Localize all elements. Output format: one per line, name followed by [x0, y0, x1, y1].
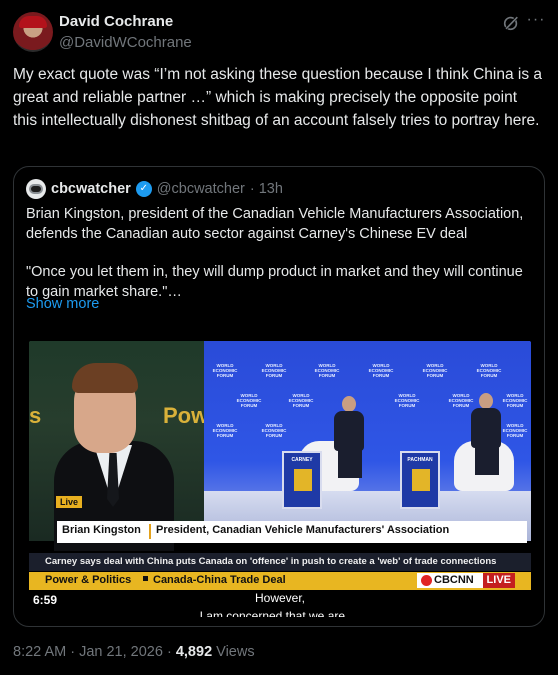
ticker-topic: Canada-China Trade Deal — [143, 574, 286, 586]
network-name: CBCNN — [434, 574, 474, 586]
news-crawl: Carney says deal with China puts Canada … — [29, 553, 531, 571]
lower-third-name: Brian Kingston — [62, 524, 141, 536]
post-metadata: 8:22 AM · Jan 21, 2026 · 4,892 Views — [13, 644, 255, 660]
more-options-icon[interactable]: ··· — [526, 12, 546, 32]
wef-backdrop-label: WORLD ECONOMIC FORUM — [212, 423, 238, 438]
wef-backdrop-label: WORLD ECONOMIC FORUM — [261, 423, 287, 438]
avatar-cap — [19, 16, 47, 28]
quoted-paragraph-2: "Once you let them in, they will dump pr… — [26, 264, 523, 300]
separator-dot: · — [166, 644, 172, 660]
studio-backdrop-text-left: s — [29, 403, 42, 428]
studio-shot: s Pow Live — [29, 341, 208, 551]
video-frame[interactable]: s Pow Live WORLD ECONOMIC FORUM WORLD EC… — [29, 341, 531, 590]
live-tag: Live — [56, 496, 83, 508]
cbc-gem-icon — [421, 575, 432, 586]
studio-backdrop-text: Pow — [163, 403, 209, 428]
quoted-post-header: cbcwatcher ✓ @cbcwatcher · 13h — [26, 179, 283, 199]
wef-backdrop-label: WORLD ECONOMIC FORUM — [236, 393, 262, 408]
wef-backdrop-label: WORLD ECONOMIC FORUM — [502, 423, 528, 438]
quoted-author-name[interactable]: cbcwatcher — [51, 181, 131, 197]
quoted-post[interactable]: cbcwatcher ✓ @cbcwatcher · 13h Brian Kin… — [13, 166, 545, 627]
author-avatar[interactable] — [13, 12, 53, 52]
wef-backdrop-label: WORLD ECONOMIC FORUM — [368, 363, 394, 378]
network-logo: CBCNN LIVE — [417, 573, 515, 588]
name-sign-left: CARNEY — [282, 451, 322, 509]
grok-icon[interactable] — [502, 14, 520, 32]
wef-backdrop-label: WORLD ECONOMIC FORUM — [422, 363, 448, 378]
author-name[interactable]: David Cochrane — [59, 13, 192, 31]
quoted-paragraph-1: Brian Kingston, president of the Canadia… — [26, 206, 524, 242]
quoted-post-time[interactable]: · 13h — [250, 181, 283, 197]
post-text: My exact quote was “I’m not asking these… — [13, 66, 543, 129]
wef-panel-shot: WORLD ECONOMIC FORUM WORLD ECONOMIC FORU… — [204, 341, 531, 541]
name-sign-right: PACHMAN — [400, 451, 440, 509]
caption-line-1: However, — [254, 591, 306, 605]
verified-badge-icon: ✓ — [135, 181, 152, 197]
wef-backdrop-label: WORLD ECONOMIC FORUM — [212, 363, 238, 378]
lower-third-title: President, Canadian Vehicle Manufacturer… — [156, 524, 450, 536]
panelist-left — [332, 396, 366, 478]
lower-third-banner: Brian Kingston President, Canadian Vehic… — [57, 521, 527, 543]
lower-third-divider — [149, 524, 151, 539]
panelist-right — [469, 393, 503, 475]
video-captions: However, I am concerned that we are … — [26, 589, 534, 617]
views-count: 4,892 — [175, 644, 213, 660]
wef-backdrop-label: WORLD ECONOMIC FORUM — [314, 363, 340, 378]
quoted-author-handle[interactable]: @cbcwatcher — [157, 181, 245, 197]
video-player[interactable]: s Pow Live WORLD ECONOMIC FORUM WORLD EC… — [26, 338, 534, 617]
quoted-author-avatar[interactable] — [26, 179, 46, 199]
wef-backdrop-label: WORLD ECONOMIC FORUM — [394, 393, 420, 408]
author-handle[interactable]: @DavidWCochrane — [59, 33, 192, 53]
speaker-hair — [72, 363, 138, 393]
caption-line-2: I am concerned that we are … — [199, 609, 361, 617]
ticker-show-name: Power & Politics — [45, 574, 132, 586]
wef-backdrop-label: WORLD ECONOMIC FORUM — [502, 393, 528, 408]
news-crawl-text: Carney says deal with China puts Canada … — [45, 556, 497, 567]
author-info[interactable]: David Cochrane @DavidWCochrane — [59, 13, 192, 53]
wef-backdrop-label: WORLD ECONOMIC FORUM — [288, 393, 314, 408]
post-timestamp[interactable]: 8:22 AM · Jan 21, 2026 — [13, 644, 163, 660]
quoted-post-text: Brian Kingston, president of the Canadia… — [26, 205, 536, 321]
network-live-badge: LIVE — [482, 573, 515, 588]
wef-backdrop-label: WORLD ECONOMIC FORUM — [476, 363, 502, 378]
views-label: Views — [216, 644, 255, 660]
show-more-link[interactable]: Show more — [26, 296, 99, 312]
wef-backdrop-label: WORLD ECONOMIC FORUM — [261, 363, 287, 378]
